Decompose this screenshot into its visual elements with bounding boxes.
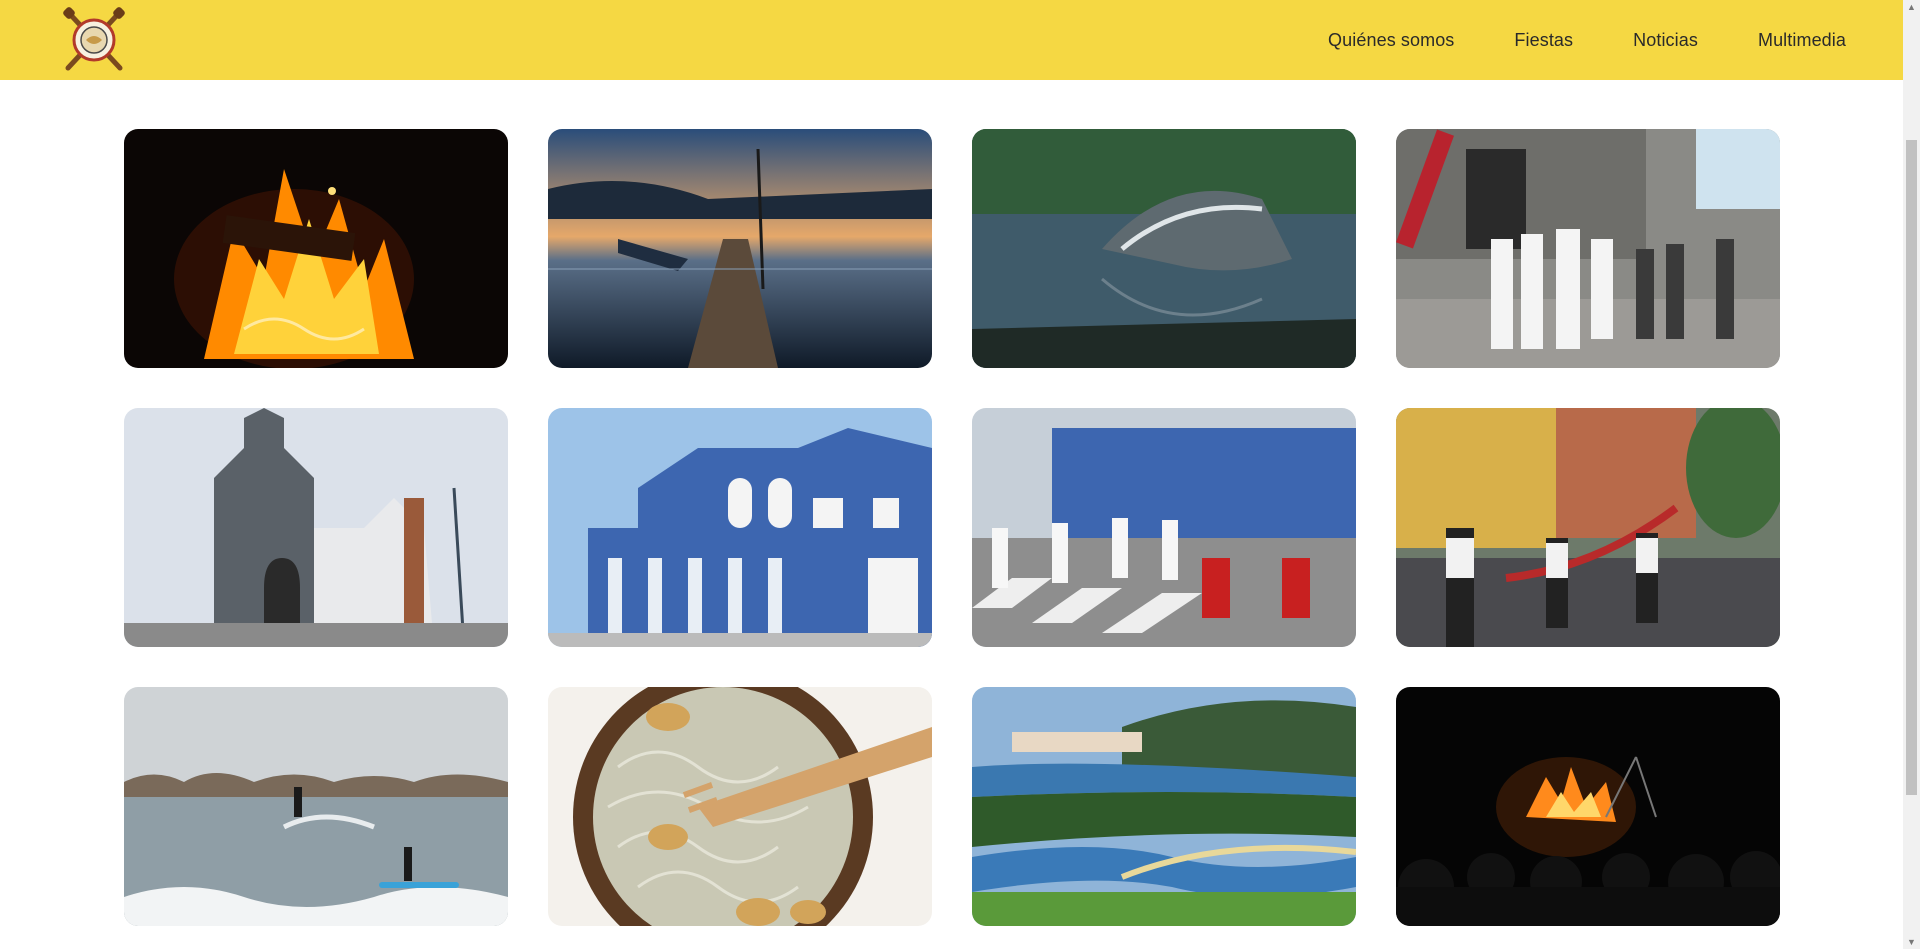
- site-logo[interactable]: [60, 6, 128, 74]
- gallery-photo-blue-building[interactable]: [548, 408, 932, 647]
- gallery-photo-bonfire[interactable]: [124, 129, 508, 368]
- crossed-oars-logo-icon: [63, 7, 125, 71]
- gallery-photo-dancers[interactable]: [1396, 408, 1780, 647]
- scroll-up-arrow-icon[interactable]: ▲: [1907, 2, 1916, 12]
- scroll-down-arrow-icon[interactable]: ▼: [1907, 937, 1916, 947]
- gallery-photo-sailors-procession[interactable]: [1396, 129, 1780, 368]
- gallery-photo-pier[interactable]: [548, 129, 932, 368]
- gallery-photo-elvers[interactable]: [548, 687, 932, 926]
- nav-fiestas[interactable]: Fiestas: [1514, 30, 1573, 51]
- site-header: Quiénes somos Fiestas Noticias Multimedi…: [0, 0, 1903, 80]
- vertical-scrollbar[interactable]: ▲ ▼: [1903, 0, 1920, 949]
- scrollbar-thumb[interactable]: [1906, 140, 1917, 795]
- gallery-photo-church[interactable]: [124, 408, 508, 647]
- gallery-photo-estuary[interactable]: [972, 687, 1356, 926]
- gallery-photo-procession-blue[interactable]: [972, 408, 1356, 647]
- nav-multimedia[interactable]: Multimedia: [1758, 30, 1846, 51]
- gallery-photo-night-bonfire[interactable]: [1396, 687, 1780, 926]
- main-nav: Quiénes somos Fiestas Noticias Multimedi…: [1268, 0, 1846, 80]
- nav-noticias[interactable]: Noticias: [1633, 30, 1698, 51]
- nav-quienes-somos[interactable]: Quiénes somos: [1328, 30, 1454, 51]
- gallery-photo-surfers[interactable]: [124, 687, 508, 926]
- gallery-photo-shipwreck[interactable]: [972, 129, 1356, 368]
